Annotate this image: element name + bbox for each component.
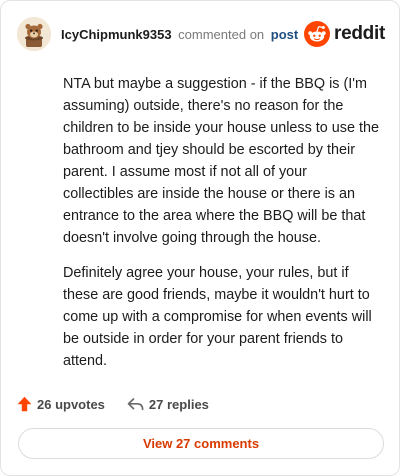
upvotes-count: 26 upvotes	[37, 396, 105, 412]
upvote-arrow-icon	[17, 396, 37, 412]
comment-card: IcyChipmunk9353 commented on post reddit…	[0, 0, 400, 476]
comment-header: IcyChipmunk9353 commented on post reddit	[17, 17, 385, 51]
replies-count: 27 replies	[148, 396, 209, 412]
comment-stats: 26 upvotes 27 replies	[17, 394, 209, 414]
upvotes-stat[interactable]: 26 upvotes	[17, 396, 105, 412]
author-username[interactable]: IcyChipmunk9353	[61, 27, 172, 42]
reddit-brand[interactable]: reddit	[304, 20, 385, 48]
post-link[interactable]: post	[271, 27, 298, 42]
reddit-snoo-icon	[304, 21, 331, 47]
comment-paragraph: Definitely agree your house, your rules,…	[63, 265, 372, 369]
author-line: IcyChipmunk9353 commented on post	[61, 27, 298, 42]
reddit-wordmark: reddit	[334, 23, 385, 44]
user-avatar[interactable]	[17, 17, 51, 51]
comment-body: NTA but maybe a suggestion - if the BBQ …	[63, 73, 379, 372]
view-comments-button[interactable]: View 27 comments	[18, 428, 384, 459]
reply-arrow-icon	[127, 397, 149, 411]
comment-paragraph: NTA but maybe a suggestion - if the BBQ …	[63, 76, 379, 246]
replies-stat[interactable]: 27 replies	[127, 397, 209, 412]
action-text: commented on	[178, 27, 265, 42]
